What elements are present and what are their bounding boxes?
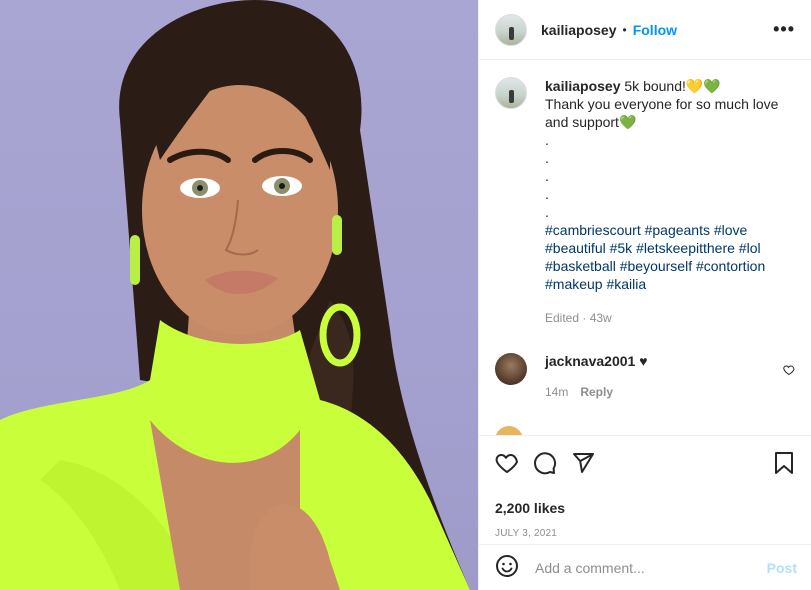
- action-icons: [495, 450, 795, 476]
- caption-username[interactable]: kailiaposey: [545, 78, 621, 94]
- small-heart-icon[interactable]: [783, 363, 795, 379]
- heart-icon[interactable]: [495, 451, 519, 475]
- commenter-avatar[interactable]: [495, 353, 527, 385]
- caption-dot: .: [545, 132, 549, 148]
- comment-icon[interactable]: [533, 451, 557, 475]
- comment-item: jacknava2001 ♥ 14m Reply: [495, 353, 795, 399]
- comment-text: ♥: [639, 353, 648, 369]
- caption-dot: .: [545, 186, 549, 202]
- comment-input[interactable]: [535, 559, 767, 576]
- caption-hashtags[interactable]: #cambriescourt #pageants #love #beautifu…: [545, 222, 765, 292]
- post-photo[interactable]: [0, 0, 478, 590]
- separator-dot: •: [622, 22, 627, 37]
- post-actions: 2,200 likes JULY 3, 2021: [479, 435, 811, 539]
- follow-button[interactable]: Follow: [633, 22, 677, 38]
- post-header: kailiaposey • Follow •••: [479, 0, 811, 60]
- more-options-icon[interactable]: •••: [773, 19, 795, 40]
- comments-section[interactable]: kailiaposey 5k bound!💛💚 Thank you everyo…: [479, 61, 811, 435]
- caption-line2: Thank you everyone for so much love and …: [545, 96, 779, 130]
- author-avatar[interactable]: [495, 13, 527, 46]
- emoji-icon[interactable]: [495, 554, 519, 581]
- caption-line1: 5k bound!💛💚: [624, 78, 721, 94]
- likes-count[interactable]: 2,200 likes: [495, 500, 795, 516]
- reply-button[interactable]: Reply: [580, 385, 613, 399]
- edited-timestamp: Edited · 43w: [545, 311, 612, 325]
- comment-time[interactable]: 14m: [545, 385, 568, 399]
- caption-avatar[interactable]: [495, 77, 527, 109]
- caption-text: kailiaposey 5k bound!💛💚 Thank you everyo…: [545, 77, 785, 327]
- bookmark-icon[interactable]: [773, 451, 795, 475]
- portrait-illustration: [0, 0, 470, 590]
- caption-dot: .: [545, 168, 549, 184]
- comment-body: jacknava2001 ♥ 14m Reply: [545, 353, 648, 399]
- post-sidebar: kailiaposey • Follow ••• kailiaposey 5k …: [478, 0, 811, 590]
- commenter-username[interactable]: jacknava2001: [545, 353, 635, 369]
- caption-dot: .: [545, 150, 549, 166]
- add-comment-bar: Post: [479, 544, 811, 590]
- share-icon[interactable]: [571, 451, 595, 475]
- caption-dot: .: [545, 204, 549, 220]
- comment-meta: 14m Reply: [545, 385, 648, 399]
- author-username[interactable]: kailiaposey: [541, 22, 617, 38]
- post-date[interactable]: JULY 3, 2021: [495, 528, 795, 539]
- post-caption: kailiaposey 5k bound!💛💚 Thank you everyo…: [495, 77, 795, 327]
- post-button[interactable]: Post: [767, 560, 797, 576]
- next-comment-avatar[interactable]: [495, 426, 523, 435]
